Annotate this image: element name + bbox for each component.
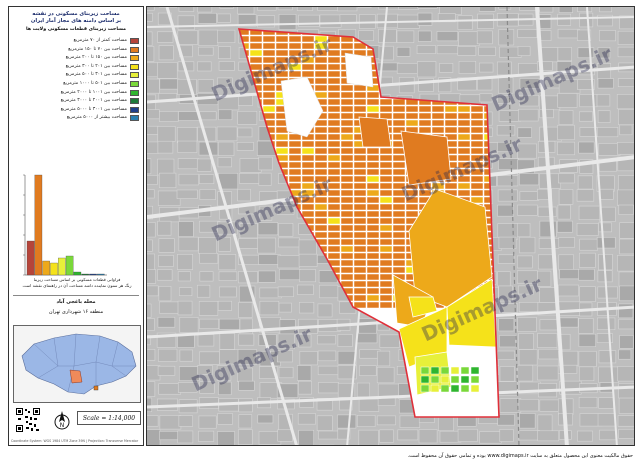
legend-label: مساحت بین ۱۰۰۱ تا ۲۰۰۰ مترمربع xyxy=(60,89,127,95)
legend-item: مساحت بین ۱۰۰۱ تا ۲۰۰۰ مترمربع xyxy=(13,89,141,98)
histogram-bar xyxy=(34,174,43,276)
histogram: فراوانی قطعات مسکونی بر اساس مساحت زیربن… xyxy=(13,167,141,297)
legend-swatch xyxy=(130,106,139,113)
legend-label: مساحت بیشتر از ۵۰۰۰ مترمربع xyxy=(66,115,127,121)
legend-label: مساحت بین ۳۰۱ تا ۵۰۰ مترمربع xyxy=(65,72,127,78)
legend-swatch xyxy=(130,115,139,122)
map-title-line2: بر اساس دامنه های مجاز آمار ایران xyxy=(30,18,122,24)
histogram-bar xyxy=(58,257,66,276)
legend-item: مساحت بین ۲۰۱ تا ۳۰۰ مترمربع xyxy=(13,63,141,72)
legend-label: مساحت بین ۲۰۰۱ تا ۳۰۰۰ مترمربع xyxy=(60,98,127,104)
north-label: N xyxy=(60,422,65,429)
scale-label: Scale = 1:14,000 xyxy=(77,411,141,425)
histogram-bar xyxy=(81,273,89,276)
histogram-caption-2: رنگ هر ستون نماینده دامنه مساحت آن در را… xyxy=(22,283,132,288)
legend-label: مساحت کمتر از ۷۰ مترمربع xyxy=(73,38,127,43)
map-sidebar: مساحت زیربنای مسکونی در نقشه بر اساس دام… xyxy=(8,6,144,446)
legend-swatch xyxy=(130,98,139,105)
legend-item: مساحت بین ۷۰ تا ۱۵۰ مترمربع xyxy=(13,46,141,55)
legend-label: مساحت بین ۳۰۰۱ تا ۵۰۰۰ مترمربع xyxy=(60,106,127,112)
legend-item: مساحت بیشتر از ۵۰۰۰ مترمربع xyxy=(13,114,141,123)
coordinate-note: Coordinate System: WGS 1984 UTM Zone 39N… xyxy=(11,439,139,443)
district-highlight xyxy=(69,369,83,384)
histogram-bar xyxy=(97,273,105,276)
legend-item: مساحت کمتر از ۷۰ مترمربع xyxy=(13,37,141,46)
copyright-note: حقوق مالکیت معنوی این محصول متعلق به سای… xyxy=(407,453,633,459)
legend-label: مساحت بین ۱۵۰ تا ۲۰۰ مترمربع xyxy=(65,55,127,61)
legend-swatch xyxy=(130,38,139,44)
tehran-outline xyxy=(21,333,137,395)
qr-code xyxy=(15,407,41,433)
legend-swatch xyxy=(130,89,139,96)
legend-item: مساحت بین ۵۰۱ تا ۱۰۰۰ مترمربع xyxy=(13,80,141,89)
histogram-bar xyxy=(73,271,82,276)
legend-item: مساحت بین ۳۰۱ تا ۵۰۰ مترمربع xyxy=(13,71,141,80)
legend: مساحت کمتر از ۷۰ مترمربع مساحت بین ۷۰ تا … xyxy=(13,37,141,123)
legend-label: مساحت بین ۷۰ تا ۱۵۰ مترمربع xyxy=(68,46,127,52)
legend-label: مساحت بین ۲۰۱ تا ۳۰۰ مترمربع xyxy=(65,63,127,69)
location-inset-map xyxy=(13,325,141,403)
histogram-bar xyxy=(42,260,50,276)
legend-title: مساحت زیربنای قطعات مسکونی ولایت ها xyxy=(25,27,127,32)
legend-swatch xyxy=(130,72,139,79)
legend-item: مساحت بین ۲۰۰۱ تا ۳۰۰۰ مترمربع xyxy=(13,97,141,106)
area-highlight xyxy=(93,385,99,391)
map-canvas[interactable]: Digimaps.ir Digimaps.ir Digimaps.ir Digi… xyxy=(146,6,635,446)
histogram-bar xyxy=(65,255,74,276)
district-title: منطقه ۱۶ شهرداری تهران xyxy=(48,309,104,315)
legend-swatch xyxy=(130,63,139,70)
map-title-line1: مساحت زیربنای مسکونی در نقشه xyxy=(32,11,120,17)
legend-label: مساحت بین ۵۰۱ تا ۱۰۰۰ مترمربع xyxy=(63,80,127,86)
histogram-chart xyxy=(23,174,107,276)
legend-item: مساحت بین ۳۰۰۱ تا ۵۰۰۰ مترمربع xyxy=(13,106,141,115)
map-drawing xyxy=(147,7,634,445)
legend-swatch xyxy=(130,46,139,53)
legend-swatch xyxy=(130,55,139,62)
histogram-bar xyxy=(89,273,97,276)
divider xyxy=(13,295,139,296)
map-layout: مساحت زیربنای مسکونی در نقشه بر اساس دام… xyxy=(0,0,643,461)
north-arrow: N xyxy=(53,409,71,431)
area-title: محله باغجی آباد xyxy=(56,299,96,305)
histogram-caption-1: فراوانی قطعات مسکونی بر اساس مساحت زیربن… xyxy=(33,277,121,282)
legend-swatch xyxy=(130,80,139,87)
histogram-bar xyxy=(26,240,35,276)
legend-item: مساحت بین ۱۵۰ تا ۲۰۰ مترمربع xyxy=(13,54,141,63)
histogram-bar xyxy=(50,262,58,276)
